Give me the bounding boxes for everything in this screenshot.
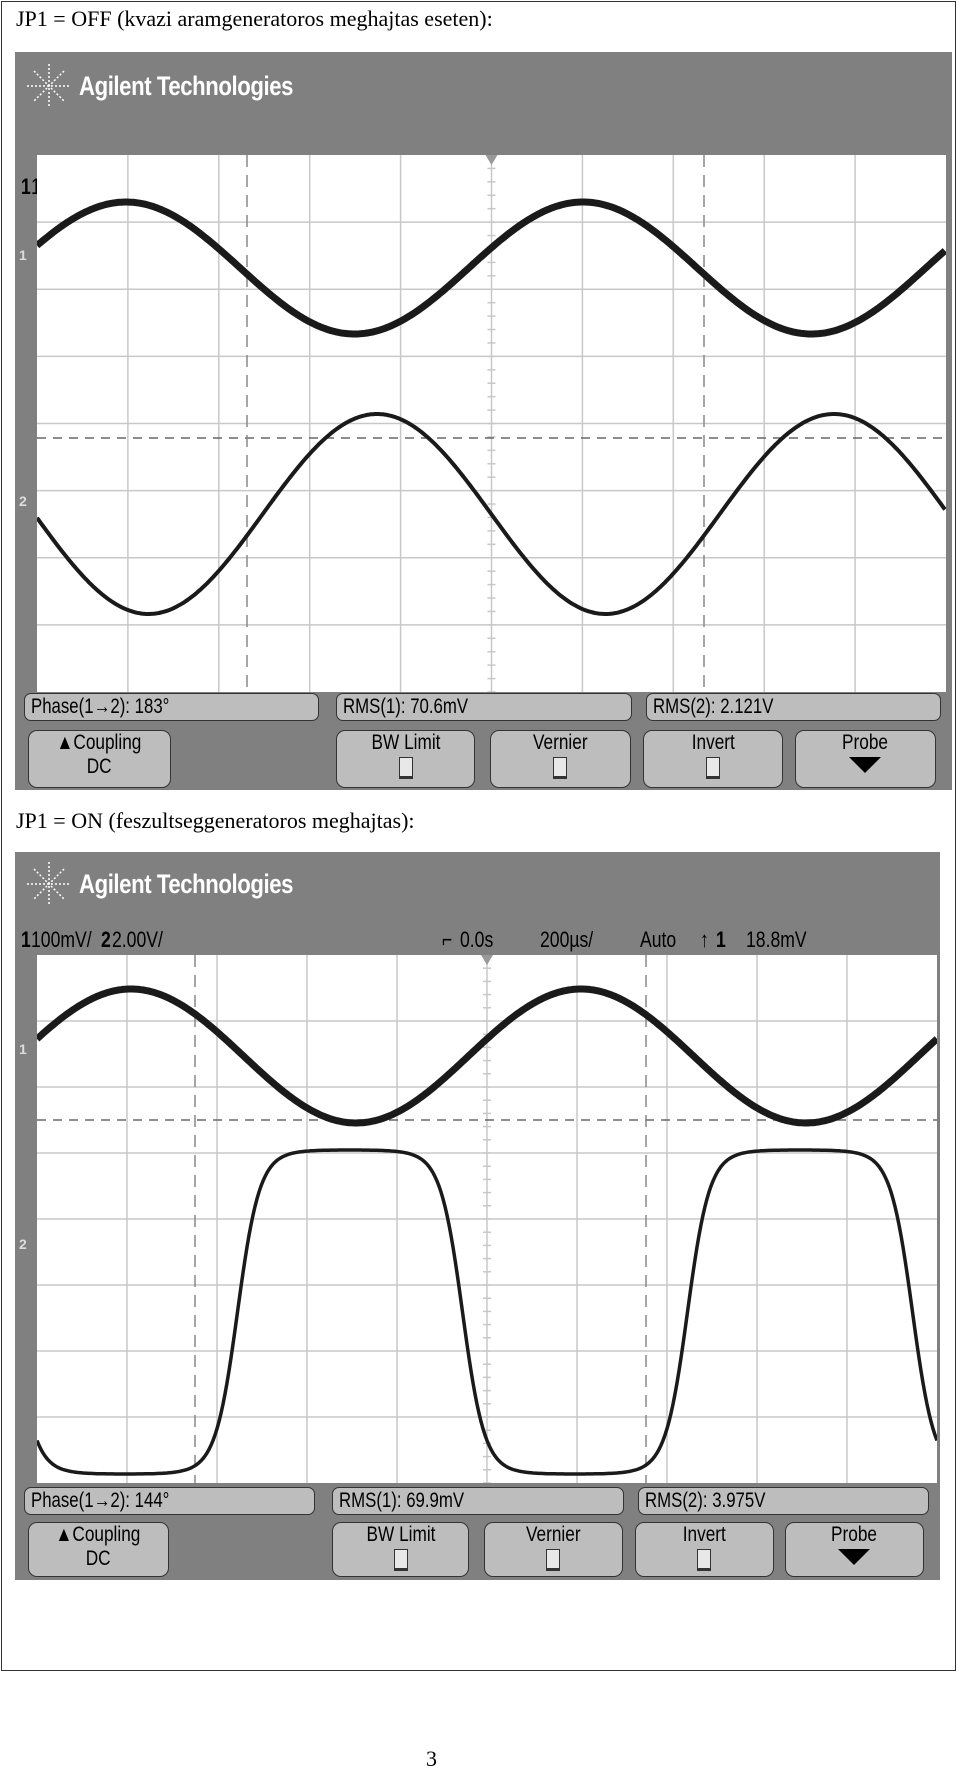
vernier-checkbox[interactable]: [553, 757, 568, 779]
caption-jp1-off: JP1 = OFF (kvazi aramgeneratoros meghajt…: [16, 6, 493, 31]
vernier-checkbox[interactable]: [546, 1549, 561, 1571]
waveform-canvas: [37, 955, 937, 1483]
phase-measurement: Phase(1→2): 144°: [24, 1487, 315, 1515]
ch1-label[interactable]: 1: [21, 174, 31, 200]
ch2-ground-marker[interactable]: 2: [19, 1236, 27, 1252]
oscilloscope-screenshot-jp1-off: Agilent Technologies 1 100mV/ 2 2.00V/ ⌐…: [15, 52, 952, 790]
phase-measurement: Phase(1→2): 183°: [24, 693, 319, 721]
status-line: 1 100mV/ 2 2.00V/ ⌐ 0.0s 200µs/ Auto ↑ 1…: [21, 925, 932, 955]
rms2-measurement: RMS(2): 3.975V: [637, 1487, 929, 1515]
document-page: JP1 = OFF (kvazi aramgeneratoros meghajt…: [0, 0, 960, 1792]
agilent-logo: Agilent Technologies: [25, 860, 340, 908]
bw-limit-label: BW Limit: [366, 1523, 436, 1546]
agilent-spark-icon: [27, 862, 71, 906]
waveform-display: [37, 955, 937, 1483]
ch1-scale[interactable]: 100mV/: [31, 927, 92, 953]
rms1-measurement: RMS(1): 70.6mV: [336, 693, 632, 721]
coupling-button[interactable]: ▲Coupling DC: [28, 730, 171, 788]
invert-checkbox[interactable]: [706, 757, 721, 779]
waveform-display: [37, 155, 946, 692]
ch1-ground-marker[interactable]: 1: [19, 1041, 27, 1057]
trigger-marker-icon: [481, 955, 493, 965]
coupling-label: ▲Coupling: [56, 731, 142, 754]
vernier-button[interactable]: Vernier: [490, 730, 631, 788]
down-arrow-icon: [849, 757, 882, 773]
oscilloscope-screenshot-jp1-on: Agilent Technologies 1 100mV/ 2 2.00V/ ⌐…: [15, 852, 940, 1580]
page-number: 3: [426, 1746, 437, 1771]
ch2-ground-marker[interactable]: 2: [19, 493, 27, 509]
trigger-marker-icon: [485, 155, 498, 165]
invert-button[interactable]: Invert: [634, 1522, 774, 1577]
trigger-position-icon: ⌐: [441, 927, 452, 952]
rms1-value: RMS(1): 70.6mV: [343, 695, 469, 718]
bw-limit-checkbox[interactable]: [398, 757, 413, 779]
trigger-source[interactable]: 1: [716, 927, 740, 953]
rms2-measurement: RMS(2): 2.121V: [645, 693, 941, 721]
rms2-value: RMS(2): 2.121V: [652, 695, 774, 718]
probe-button[interactable]: Probe: [784, 1522, 925, 1577]
caption-jp1-on: JP1 = ON (feszultseggeneratoros meghajta…: [16, 808, 415, 833]
ch2-label[interactable]: 2: [101, 927, 111, 953]
down-arrow-icon: [838, 1549, 871, 1565]
rms1-value: RMS(1): 69.9mV: [339, 1489, 465, 1512]
bw-limit-button[interactable]: BW Limit: [336, 730, 476, 788]
agilent-spark-icon: [27, 64, 71, 108]
invert-button[interactable]: Invert: [642, 730, 784, 788]
ch1-label[interactable]: 1: [21, 927, 31, 953]
ch1-ground-marker[interactable]: 1: [19, 247, 27, 263]
vernier-button[interactable]: Vernier: [483, 1522, 623, 1577]
agilent-logo: Agilent Technologies: [25, 62, 340, 110]
probe-label: Probe: [842, 731, 889, 754]
trigger-level[interactable]: 18.8mV: [746, 927, 807, 953]
bw-limit-label: BW Limit: [371, 731, 441, 754]
coupling-value: DC: [86, 755, 112, 778]
rms2-value: RMS(2): 3.975V: [644, 1489, 765, 1512]
phase-value: Phase(1→2): 183°: [31, 695, 170, 718]
delay-value[interactable]: 0.0s: [460, 927, 524, 953]
invert-label: Invert: [691, 731, 735, 754]
invert-checkbox[interactable]: [697, 1549, 712, 1571]
invert-label: Invert: [682, 1523, 726, 1546]
bw-limit-checkbox[interactable]: [393, 1549, 408, 1571]
vernier-label: Vernier: [526, 1523, 581, 1546]
bw-limit-button[interactable]: BW Limit: [332, 1522, 470, 1577]
brand-name: Agilent Technologies: [79, 868, 294, 899]
brand-name: Agilent Technologies: [79, 70, 294, 101]
vernier-label: Vernier: [533, 731, 588, 754]
ch2-scale[interactable]: 2.00V/: [112, 927, 376, 953]
waveform-canvas: [37, 155, 946, 692]
trigger-mode[interactable]: Auto: [640, 927, 688, 953]
probe-label: Probe: [831, 1523, 878, 1546]
rising-edge-icon: ↑: [699, 927, 709, 952]
coupling-button[interactable]: ▲Coupling DC: [27, 1522, 169, 1577]
rms1-measurement: RMS(1): 69.9mV: [332, 1487, 624, 1515]
probe-button[interactable]: Probe: [794, 730, 937, 788]
timebase-value[interactable]: 200µs/: [540, 927, 620, 953]
coupling-value: DC: [85, 1547, 111, 1570]
phase-value: Phase(1→2): 144°: [31, 1489, 170, 1512]
coupling-label: ▲Coupling: [55, 1523, 141, 1546]
